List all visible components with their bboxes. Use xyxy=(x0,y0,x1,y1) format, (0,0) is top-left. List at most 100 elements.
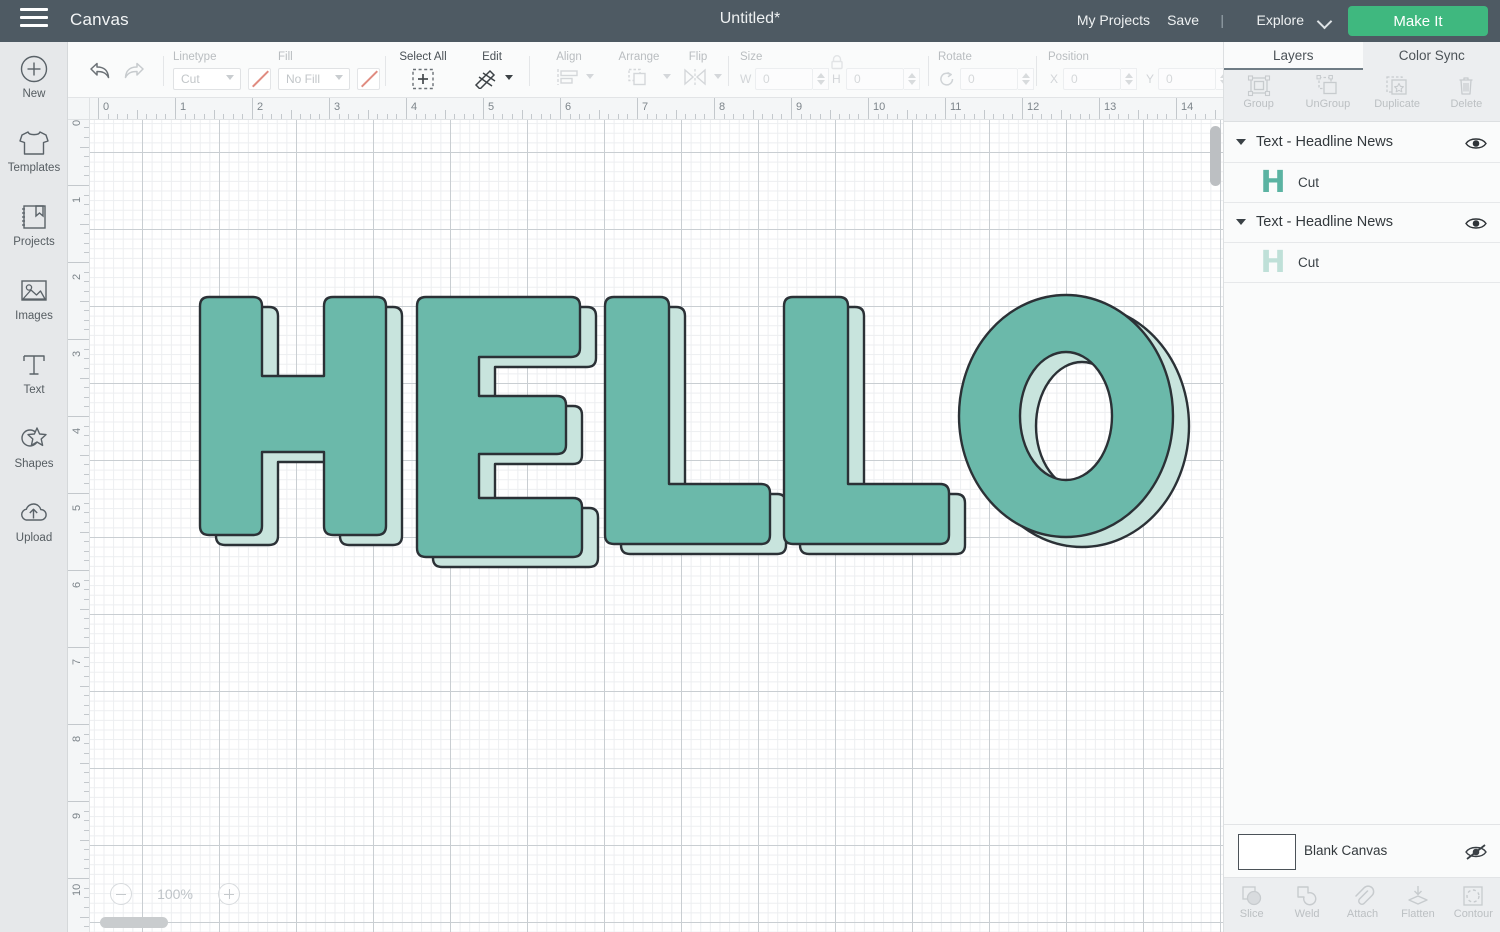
width-input[interactable]: 0 xyxy=(755,68,813,90)
linetype-color-swatch[interactable] xyxy=(248,68,271,90)
save-button[interactable]: Save xyxy=(1167,12,1199,28)
chevron-down-icon[interactable] xyxy=(226,75,234,80)
x-label: X xyxy=(1050,72,1059,86)
header-separator: | xyxy=(1220,12,1224,28)
group-button[interactable]: Group xyxy=(1224,70,1293,121)
make-it-button[interactable]: Make It xyxy=(1348,6,1488,36)
ruler-tick-minor xyxy=(540,114,542,119)
chevron-down-icon[interactable] xyxy=(335,75,343,80)
eye-slash-icon[interactable] xyxy=(1465,844,1487,860)
tab-color-sync[interactable]: Color Sync xyxy=(1363,42,1500,70)
select-all-button[interactable]: Select All xyxy=(395,51,451,91)
ungroup-icon xyxy=(1293,75,1362,97)
ruler-tick-minor xyxy=(84,165,89,167)
x-input[interactable]: 0 xyxy=(1063,68,1121,90)
blank-canvas-row[interactable]: Blank Canvas xyxy=(1224,824,1500,878)
sidebar-item-text[interactable]: Text xyxy=(0,344,68,418)
slice-label: Slice xyxy=(1239,908,1264,920)
ruler-label-v: 4 xyxy=(71,427,83,434)
edit-button[interactable]: Edit xyxy=(462,51,514,89)
ruler-tick-minor xyxy=(742,114,744,119)
minus-circle-icon[interactable] xyxy=(110,883,132,905)
canvas-artwork-hello[interactable] xyxy=(90,120,1223,932)
tab-layers[interactable]: Layers xyxy=(1224,42,1363,70)
attach-button[interactable]: Attach xyxy=(1335,878,1390,932)
ruler-tick-major xyxy=(68,570,89,571)
flip-button[interactable]: Flip xyxy=(672,51,722,86)
ruler-tick-minor xyxy=(80,531,89,533)
eye-icon[interactable] xyxy=(1465,136,1487,151)
ruler-tick-minor xyxy=(1147,114,1149,119)
width-stepper[interactable] xyxy=(813,68,829,90)
weld-button[interactable]: Weld xyxy=(1279,878,1334,932)
chevron-down-icon[interactable] xyxy=(1236,219,1246,225)
ruler-tick-minor xyxy=(117,114,119,119)
ruler-tick-minor xyxy=(531,114,533,119)
ruler-label-v: 1 xyxy=(71,196,83,203)
eye-icon[interactable] xyxy=(1465,216,1487,231)
undo-icon[interactable] xyxy=(86,60,112,82)
ruler-tick-major xyxy=(68,416,89,417)
layer-item[interactable]: H Cut xyxy=(1224,163,1500,203)
horizontal-scrollbar[interactable] xyxy=(100,917,168,928)
ruler-label-h: 2 xyxy=(257,101,264,113)
layer-group-header[interactable]: Text - Headline News xyxy=(1224,203,1500,243)
y-input[interactable]: 0 xyxy=(1158,68,1216,90)
ruler-tick-minor xyxy=(627,114,629,119)
delete-button[interactable]: Delete xyxy=(1432,70,1500,121)
vertical-scrollbar[interactable] xyxy=(1210,126,1221,186)
sidebar-item-images[interactable]: Images xyxy=(0,270,68,344)
fill-color-swatch[interactable] xyxy=(357,68,380,90)
redo-icon[interactable] xyxy=(122,60,148,82)
ruler-label-h: 12 xyxy=(1027,101,1040,113)
my-projects-link[interactable]: My Projects xyxy=(1077,12,1150,28)
ruler-tick-minor xyxy=(357,114,359,119)
ruler-tick-minor xyxy=(1137,110,1139,119)
slice-button[interactable]: Slice xyxy=(1224,878,1279,932)
layer-group-header[interactable]: Text - Headline News xyxy=(1224,123,1500,163)
flatten-button[interactable]: Flatten xyxy=(1390,878,1445,932)
rotate-input[interactable]: 0 xyxy=(960,68,1018,90)
flip-icon xyxy=(672,68,722,86)
sidebar-item-templates[interactable]: Templates xyxy=(0,122,68,196)
ruler-tick-major xyxy=(252,98,253,119)
ruler-tick-major xyxy=(945,98,946,119)
ruler-tick-minor xyxy=(232,114,234,119)
sidebar-item-new[interactable]: New xyxy=(0,48,68,122)
blank-canvas-swatch[interactable] xyxy=(1238,834,1296,870)
ruler-tick-minor xyxy=(819,114,821,119)
layer-item[interactable]: H Cut xyxy=(1224,243,1500,283)
ruler-tick-minor xyxy=(771,114,773,119)
group-label: Group xyxy=(1243,98,1274,110)
explore-selector[interactable]: Explore xyxy=(1257,12,1304,28)
ruler-tick-major xyxy=(68,339,89,340)
chevron-down-icon[interactable] xyxy=(1236,139,1246,145)
ruler-tick-major xyxy=(406,98,407,119)
ruler-tick-minor xyxy=(84,887,89,889)
ruler-tick-minor xyxy=(84,560,89,562)
ruler-tick-minor xyxy=(1166,114,1168,119)
arrange-button[interactable]: Arrange xyxy=(605,51,673,86)
lock-icon[interactable] xyxy=(828,54,846,70)
align-button[interactable]: Align xyxy=(541,51,597,86)
x-stepper[interactable] xyxy=(1121,68,1137,90)
ruler-tick-major xyxy=(868,98,869,119)
ruler-tick-minor xyxy=(839,114,841,119)
height-stepper[interactable] xyxy=(904,68,920,90)
height-input[interactable]: 0 xyxy=(846,68,904,90)
ruler-tick-minor xyxy=(781,114,783,119)
ruler-tick-minor xyxy=(396,114,398,119)
sidebar-item-shapes[interactable]: Shapes xyxy=(0,418,68,492)
design-canvas-area[interactable]: 0 1 2 3 4 5 6 7 8 9 10 11 12 13 14 0 1 2 3 4 5 6 7 8 9 10 100% xyxy=(68,98,1223,932)
ungroup-button[interactable]: UnGroup xyxy=(1293,70,1362,121)
rotate-stepper[interactable] xyxy=(1018,68,1034,90)
ruler-tick-minor xyxy=(223,114,225,119)
rotate-icon[interactable] xyxy=(938,70,956,88)
ruler-tick-minor xyxy=(916,114,918,119)
plus-circle-icon[interactable] xyxy=(218,883,240,905)
duplicate-button[interactable]: Duplicate xyxy=(1363,70,1432,121)
contour-button[interactable]: Contour xyxy=(1446,878,1500,932)
sidebar-item-upload[interactable]: Upload xyxy=(0,492,68,566)
chevron-down-icon[interactable] xyxy=(1319,16,1330,27)
sidebar-item-projects[interactable]: Projects xyxy=(0,196,68,270)
